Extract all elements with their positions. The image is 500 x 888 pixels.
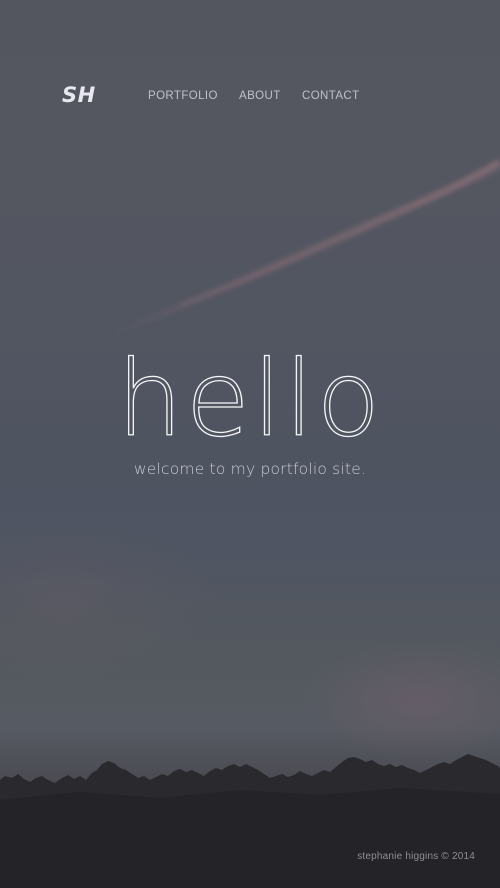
hero-subheadline: welcome to my portfolio site. [133, 460, 367, 478]
nav-link-contact[interactable]: CONTACT [302, 90, 360, 102]
main-navigation: SH PORTFOLIO ABOUT CONTACT [0, 0, 500, 200]
footer-credit: stephanie higgins © 2014 [357, 851, 475, 862]
treeline-silhouette [0, 754, 500, 888]
hero-headline: hello [116, 338, 384, 460]
crescent-moon-icon [436, 270, 445, 283]
nav-link-about[interactable]: ABOUT [239, 90, 281, 102]
nav-link-portfolio[interactable]: PORTFOLIO [148, 90, 218, 102]
site-logo-link[interactable]: SH [62, 83, 96, 107]
